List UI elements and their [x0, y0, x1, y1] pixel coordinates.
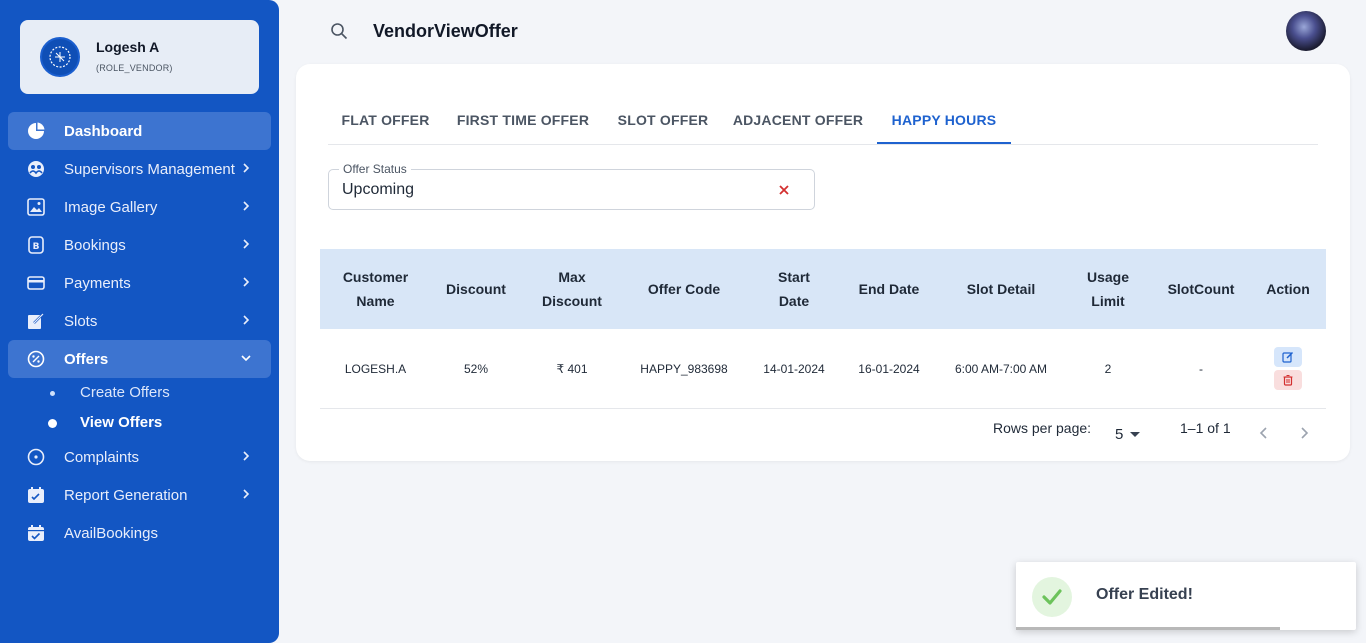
column-header-max-discount[interactable]: Max Discount	[521, 249, 623, 329]
column-header-usage-limit[interactable]: Usage Limit	[1067, 249, 1149, 329]
toast-message: Offer Edited!	[1096, 586, 1193, 603]
sidebar-item-slots[interactable]: Slots	[8, 302, 271, 340]
sidebar-item-availbookings[interactable]: AvailBookings	[8, 514, 271, 552]
tab-flat-offer[interactable]: FLAT OFFER	[328, 100, 443, 144]
clear-icon[interactable]	[776, 182, 792, 198]
cell-slotcount: -	[1199, 362, 1203, 376]
column-header-discount[interactable]: Discount	[431, 249, 521, 329]
cell-end-date: 16-01-2024	[858, 362, 920, 376]
user-name: Logesh A	[96, 39, 160, 55]
edit-button[interactable]	[1274, 347, 1302, 367]
trash-icon	[1283, 375, 1293, 386]
previous-page-icon[interactable]	[1256, 425, 1272, 441]
cell-usage-limit: 2	[1104, 362, 1112, 376]
vendor-avatar	[40, 37, 80, 77]
sidebar-item-label: Image Gallery	[64, 198, 158, 216]
chevron-right-icon	[243, 163, 250, 173]
toast-progress-bar	[1016, 627, 1280, 630]
sidebar-item-label: Offers	[64, 350, 109, 368]
success-check-icon	[1032, 577, 1072, 617]
chevron-right-icon	[243, 277, 250, 287]
column-header-customer-name[interactable]: Customer Name	[320, 249, 431, 329]
submenu-create-offers[interactable]: Create Offers	[80, 384, 170, 401]
tab-first-time-offer[interactable]: FIRST TIME OFFER	[443, 100, 603, 144]
column-header-offer-code[interactable]: Offer Code	[623, 249, 745, 329]
sidebar: Logesh A (ROLE_VENDOR) Dashboard Supervi…	[0, 0, 279, 643]
brain-logo-icon	[49, 46, 71, 68]
column-header-end-date[interactable]: End Date	[843, 249, 935, 329]
sidebar-item-report-generation[interactable]: Report Generation	[8, 476, 271, 514]
table-header: Customer Name Discount Max Discount Offer …	[320, 249, 1326, 329]
column-header-action: Action	[1266, 281, 1310, 297]
chevron-right-icon	[243, 239, 250, 249]
user-avatar[interactable]	[1286, 11, 1326, 51]
chevron-right-icon	[243, 451, 250, 461]
sidebar-item-dashboard[interactable]: Dashboard	[8, 112, 271, 150]
offer-status-value: Upcoming	[342, 181, 415, 198]
delete-button[interactable]	[1274, 370, 1302, 390]
offer-tabs: FLAT OFFER FIRST TIME OFFER SLOT OFFER A…	[328, 100, 1318, 145]
column-header-slotcount[interactable]: SlotCount	[1149, 249, 1253, 329]
submenu-view-offers[interactable]: View Offers	[80, 414, 162, 431]
cell-max-discount: ₹ 401	[556, 362, 588, 376]
report-icon	[28, 487, 44, 503]
sidebar-item-supervisors[interactable]: Supervisors Management	[8, 150, 271, 188]
cell-start-date: 14-01-2024	[763, 362, 825, 376]
pagination-range: 1–1 of 1	[1180, 420, 1231, 436]
sidebar-item-label: Payments	[64, 274, 131, 292]
tab-happy-hours[interactable]: HAPPY HOURS	[877, 100, 1011, 144]
calendar-check-icon	[28, 525, 44, 541]
profile-card[interactable]: Logesh A (ROLE_VENDOR)	[20, 20, 259, 94]
edit-icon	[1282, 351, 1294, 363]
offer-status-label: Offer Status	[339, 162, 411, 176]
bookings-icon: B	[28, 236, 44, 254]
cell-discount: 52%	[463, 362, 489, 376]
rows-per-page-select[interactable]: 5	[1115, 426, 1123, 443]
chevron-down-icon	[241, 355, 251, 362]
cell-offer-code: HAPPY_983698	[640, 362, 728, 376]
rows-per-page-label: Rows per page:	[993, 420, 1092, 436]
caret-down-icon[interactable]	[1130, 432, 1140, 437]
submenu-bullet	[50, 391, 55, 396]
sidebar-item-image-gallery[interactable]: Image Gallery	[8, 188, 271, 226]
sidebar-item-label: Supervisors Management	[64, 160, 235, 178]
chevron-right-icon	[243, 489, 250, 499]
sidebar-item-label: Bookings	[64, 236, 126, 254]
sidebar-item-label: Complaints	[64, 448, 140, 466]
submenu-bullet-active	[48, 419, 57, 428]
pie-chart-icon	[28, 122, 45, 139]
sidebar-item-label: Dashboard	[64, 122, 143, 140]
next-page-icon[interactable]	[1296, 425, 1312, 441]
credit-card-icon	[27, 276, 45, 290]
sidebar-item-complaints[interactable]: Complaints	[8, 438, 271, 476]
sidebar-item-label: Report Generation	[64, 486, 188, 504]
chevron-right-icon	[243, 201, 250, 211]
discount-icon	[27, 350, 45, 368]
svg-text:B: B	[33, 242, 40, 252]
sidebar-item-offers[interactable]: Offers	[8, 340, 271, 378]
offer-status-select[interactable]: Offer Status Upcoming	[328, 162, 815, 210]
chevron-right-icon	[243, 315, 250, 325]
column-header-slot-detail[interactable]: Slot Detail	[935, 249, 1067, 329]
sidebar-item-label: Slots	[64, 312, 98, 330]
complaint-icon	[27, 448, 45, 466]
image-gallery-icon	[27, 198, 45, 216]
offers-card: FLAT OFFER FIRST TIME OFFER SLOT OFFER A…	[296, 64, 1350, 461]
tab-slot-offer[interactable]: SLOT OFFER	[603, 100, 723, 144]
edit-note-icon	[28, 313, 44, 329]
user-role: (ROLE_VENDOR)	[96, 63, 173, 73]
toast-notification[interactable]: Offer Edited!	[1016, 562, 1356, 630]
table-row: LOGESH.A 52% ₹ 401 HAPPY_983698 14-01-20…	[320, 329, 1326, 409]
search-icon[interactable]	[330, 22, 348, 40]
sidebar-item-label: AvailBookings	[64, 524, 158, 542]
team-icon	[28, 161, 44, 177]
sidebar-item-bookings[interactable]: B Bookings	[8, 226, 271, 264]
sidebar-item-payments[interactable]: Payments	[8, 264, 271, 302]
page-title: VendorViewOffer	[373, 21, 518, 41]
cell-slot-detail: 6:00 AM-7:00 AM	[954, 362, 1048, 376]
column-header-start-date[interactable]: Start Date	[745, 249, 843, 329]
cell-customer-name: LOGESH.A	[344, 362, 407, 376]
tab-adjacent-offer[interactable]: ADJACENT OFFER	[723, 100, 873, 144]
